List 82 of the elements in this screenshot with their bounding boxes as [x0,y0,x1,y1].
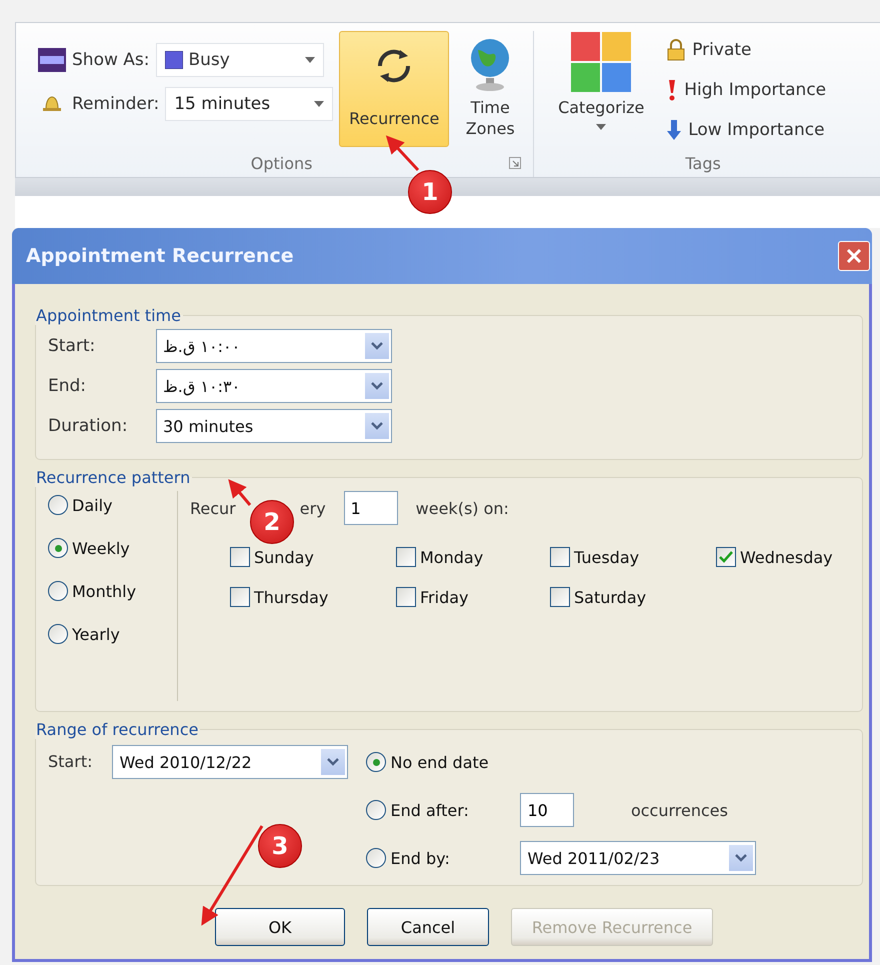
annotation-arrow [386,135,420,172]
reminder-label: Reminder: [72,94,160,114]
chevron-icon [371,382,383,390]
group-title: Tags [685,154,721,172]
chevron-icon [371,342,383,350]
radio-label: Monthly [72,582,136,600]
recurrence-button[interactable]: Recurrence [339,31,450,147]
day-label: Sunday [254,548,314,566]
radio-label: Daily [72,496,112,514]
show-as-label: Show As: [72,50,150,70]
dialog-title: Appointment Recurrence [26,245,294,267]
recur-label: ery [300,498,326,518]
group-title: Range of recurrence [35,720,200,739]
checkbox[interactable] [230,587,250,607]
day-label: Saturday [574,588,646,606]
lock-icon [666,39,686,61]
caret-icon [304,57,314,63]
date-dropdown[interactable]: Wed 2010/12/22 [112,745,348,779]
radio-button[interactable] [48,581,68,601]
reminder-dropdown[interactable]: 15 minutes [165,87,334,121]
checkbox[interactable] [550,587,570,607]
close-button[interactable] [838,241,870,271]
group-title: Recurrence pattern [35,468,192,487]
radio-button[interactable] [48,538,68,558]
dropdown-button[interactable] [321,749,346,775]
tag-option[interactable]: High Importance [684,80,826,100]
caret-icon [596,124,606,130]
down-arrow-icon [666,119,682,141]
radio-label: No end date [390,752,489,772]
dialog-button[interactable]: OK [215,908,345,946]
dropdown-button[interactable] [365,373,389,399]
radio-label: Yearly [72,624,120,644]
radio-button[interactable] [366,752,386,772]
dropdown-button[interactable] [365,413,389,439]
time-dropdown[interactable]: 30 minutes [156,409,392,443]
day-label: Tuesday [574,548,640,566]
tag-option[interactable]: Low Importance [688,120,825,140]
checkbox[interactable] [396,587,416,607]
day-label: Friday [420,588,468,606]
radio-label: Weekly [72,538,130,558]
chevron-icon [327,758,340,766]
field-label: Duration: [48,416,129,436]
dropdown-button[interactable] [365,333,389,359]
radio-label: End by: [390,848,450,868]
field-label: End: [48,376,88,396]
date-dropdown[interactable]: Wed 2011/02/23 [520,841,756,875]
occurrences-field[interactable]: 10 [520,793,574,827]
field-label: Start: [48,336,96,356]
radio-button[interactable] [48,624,68,644]
show-as-dropdown[interactable]: Busy [156,43,324,77]
calendar-block-icon [38,48,66,72]
categorize-button[interactable]: Categorize [542,31,660,141]
close-icon [846,248,862,264]
radio-button[interactable] [366,848,386,868]
chevron-icon [735,854,748,862]
caret-icon [314,101,324,107]
radio-button[interactable] [366,800,386,820]
checkbox[interactable] [396,547,416,567]
recur-label: Recur [190,498,236,518]
checkbox[interactable] [230,547,250,567]
occurrences-label: occurrences [630,800,729,820]
day-label: Thursday [254,588,328,606]
time-dropdown[interactable]: ۱۰:۰۰ ق.ظ [156,329,392,363]
group-title: Options [250,154,312,172]
checkbox[interactable] [550,547,570,567]
day-label: Monday [420,548,484,566]
dialog-button[interactable]: Cancel [367,908,489,946]
color-grid-icon [571,32,632,92]
radio-button[interactable] [48,495,68,515]
checkbox[interactable] [716,547,736,567]
group-title: Appointment time [35,306,182,325]
interval-unit: week(s) on: [416,498,509,518]
radio-label: End after: [390,800,469,820]
dialog-launcher-icon[interactable] [509,157,522,169]
interval-field[interactable]: 1 [344,491,398,525]
time-dropdown[interactable]: ۱۰:۳۰ ق.ظ [156,369,392,403]
time-zones-button[interactable]: Time Zones [455,31,526,147]
day-label: Wednesday [740,548,833,566]
field-label: Start: [48,751,92,773]
tag-option[interactable]: Private [692,40,752,60]
dropdown-button[interactable] [729,845,754,871]
chevron-icon [371,422,383,430]
